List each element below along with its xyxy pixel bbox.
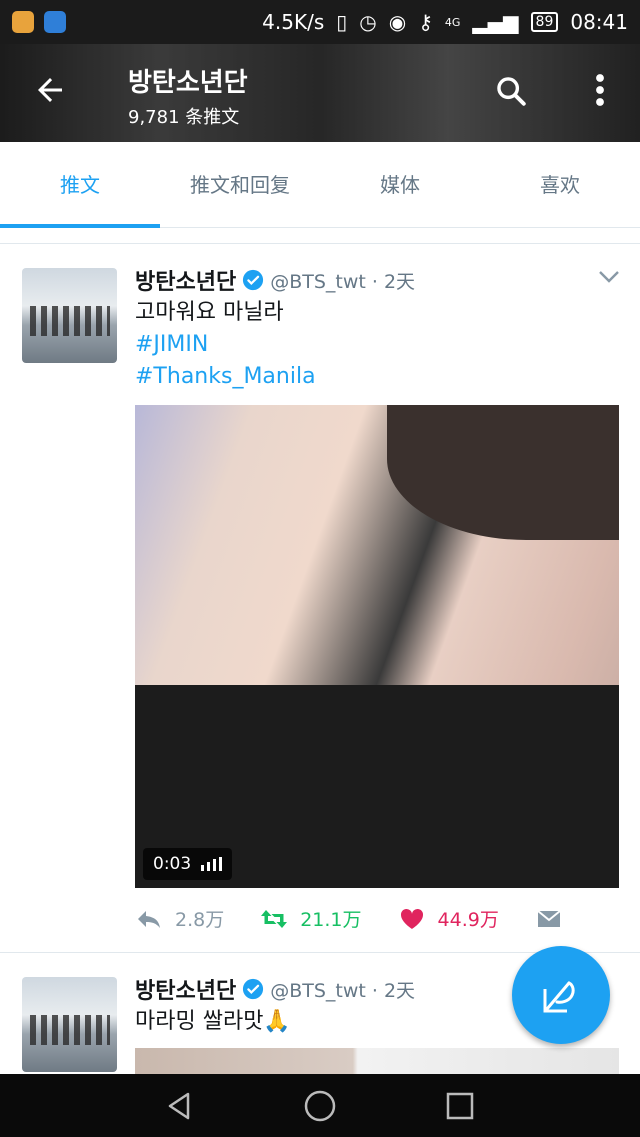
- signal-icon: ▂▄▆: [472, 10, 519, 34]
- header-title: 방탄소년단: [128, 68, 248, 98]
- video-duration: 0:03: [153, 854, 192, 874]
- compose-feather-icon: [543, 981, 575, 1013]
- reply-button[interactable]: 2.8万: [135, 905, 224, 932]
- tab-likes[interactable]: 喜欢: [480, 142, 640, 227]
- verified-badge-icon: [243, 978, 264, 1000]
- network-type: 4G: [444, 15, 461, 29]
- video-duration-badge: 0:03: [143, 848, 233, 880]
- clock: 08:41: [570, 10, 628, 34]
- direct-message-button[interactable]: [535, 907, 563, 931]
- retweet-count: 21.1万: [300, 909, 362, 931]
- profile-tabs: 推文 推文和回复 媒体 喜欢: [0, 142, 640, 228]
- more-options-icon[interactable]: [588, 72, 612, 108]
- avatar[interactable]: [22, 268, 117, 363]
- envelope-icon: [537, 909, 561, 927]
- compose-tweet-button[interactable]: [512, 946, 610, 1044]
- list-divider: [0, 228, 640, 244]
- tweet-video[interactable]: 0:03: [135, 405, 619, 888]
- hashtag-link[interactable]: #JIMIN: [135, 329, 620, 361]
- avatar[interactable]: [22, 977, 117, 1072]
- gallery-notification-icon: [44, 11, 66, 33]
- hashtag-link[interactable]: #Thanks_Manila: [135, 361, 620, 393]
- tweet-count: 9,781 条推文: [128, 107, 240, 128]
- network-speed: 4.5K/s: [262, 10, 325, 34]
- back-arrow-icon[interactable]: [32, 72, 68, 108]
- reply-icon: [138, 910, 160, 928]
- battery-indicator: 89: [530, 12, 559, 32]
- retweet-button[interactable]: 21.1万: [260, 905, 362, 932]
- vibrate-icon: ▯: [336, 10, 348, 34]
- tweet-text: 고마워요 마닐라: [135, 300, 284, 325]
- verified-badge-icon: [243, 269, 264, 291]
- retweet-icon: [261, 909, 288, 928]
- tab-tweets[interactable]: 推文: [0, 142, 160, 228]
- back-triangle-icon[interactable]: [162, 1088, 198, 1124]
- search-icon[interactable]: [494, 74, 528, 108]
- like-button[interactable]: 44.9万: [398, 905, 499, 932]
- tab-media[interactable]: 媒体: [320, 142, 480, 227]
- like-count: 44.9万: [437, 909, 499, 931]
- tweet-author-name[interactable]: 방탄소년단: [135, 973, 236, 1005]
- recent-apps-square-icon[interactable]: [442, 1088, 478, 1124]
- tweet-handle-time: @BTS_twt · 2天: [270, 270, 416, 293]
- tweet-image[interactable]: [135, 1048, 619, 1074]
- alarm-icon: ◷: [359, 10, 377, 34]
- profile-header: 방탄소년단 9,781 条推文: [0, 44, 640, 142]
- home-circle-icon[interactable]: [302, 1088, 338, 1124]
- system-navigation-bar: [0, 1074, 640, 1137]
- status-bar: 4.5K/s ▯ ◷ ◉ ⚷ 4G ▂▄▆ 89 08:41: [0, 0, 640, 44]
- tweet-actions: 2.8万 21.1万 44.9万: [135, 905, 620, 932]
- tab-tweets-and-replies[interactable]: 推文和回复: [160, 142, 320, 227]
- volume-bars-icon: [201, 857, 223, 871]
- key-icon: ⚷: [418, 10, 433, 34]
- tweet-handle-time: @BTS_twt · 2天: [270, 979, 416, 1002]
- tweet[interactable]: 방탄소년단 @BTS_twt · 2天 고마워요 마닐라 #JIMIN #Tha…: [0, 245, 640, 953]
- tweet-author-name[interactable]: 방탄소년단: [135, 264, 236, 296]
- chevron-down-icon[interactable]: [598, 269, 620, 285]
- app-notification-icon: [12, 11, 34, 33]
- reply-count: 2.8万: [175, 909, 225, 931]
- eye-icon: ◉: [388, 10, 407, 34]
- heart-icon: [400, 908, 423, 929]
